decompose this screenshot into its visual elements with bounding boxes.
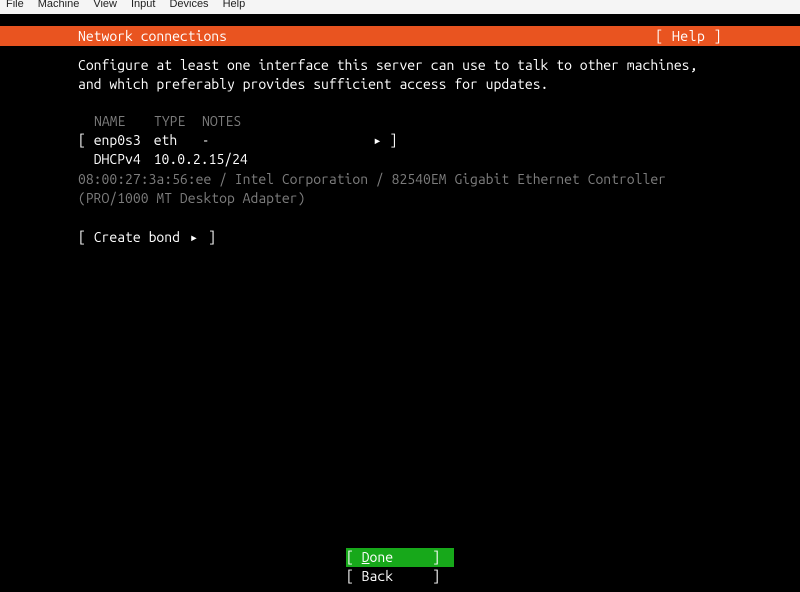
back-button[interactable]: [ Back ] (346, 567, 454, 586)
col-name: NAME (94, 112, 154, 131)
chevron-right-icon: ▸ (190, 229, 198, 245)
iface-type: eth (154, 131, 202, 150)
done-button[interactable]: [ Done ] (346, 548, 454, 567)
dhcp-value: 10.0.2.15/24 (154, 151, 248, 167)
host-menu-view[interactable]: View (93, 0, 117, 12)
column-headers: NAMETYPENOTES (78, 112, 722, 131)
done-accel: D (362, 549, 370, 565)
done-rest: one (370, 549, 394, 565)
bracket-open: [ (346, 549, 362, 565)
chevron-right-icon: ▸ (262, 131, 382, 150)
bracket-close: ] (393, 549, 440, 565)
host-menu-help[interactable]: Help (223, 0, 246, 12)
footer-buttons: [ Done ] [ Back ] (0, 548, 800, 586)
iface-notes: - (202, 131, 262, 150)
bracket-open: [ (346, 568, 362, 584)
instructions-line2: and which preferably provides sufficient… (78, 75, 722, 94)
iface-name: enp0s3 (94, 131, 154, 150)
bracket-open: [ (78, 229, 86, 245)
host-menu-input[interactable]: Input (131, 0, 155, 12)
host-menu-devices[interactable]: Devices (169, 0, 208, 12)
bracket-close: ] (393, 568, 440, 584)
gap (0, 14, 800, 26)
create-bond-label: Create bond (94, 229, 180, 245)
interface-row-enp0s3[interactable]: [ enp0s3eth-▸ ] (78, 131, 722, 150)
col-notes: NOTES (202, 112, 262, 131)
help-button[interactable]: [ Help ] (655, 27, 722, 46)
col-type: TYPE (154, 112, 202, 131)
bracket-close: ] (208, 229, 216, 245)
host-menubar[interactable]: File Machine View Input Devices Help (0, 0, 800, 14)
bracket-close: ] (390, 132, 398, 148)
instructions: Configure at least one interface this se… (78, 56, 722, 94)
interface-dhcp: DHCPv410.0.2.15/24 (78, 150, 722, 169)
create-bond-button[interactable]: [ Create bond ▸ ] (78, 228, 722, 247)
hwinfo-line2: (PRO/1000 MT Desktop Adapter) (78, 189, 722, 208)
content: Configure at least one interface this se… (0, 46, 800, 247)
hwinfo-line1: 08:00:27:3a:56:ee / Intel Corporation / … (78, 170, 722, 189)
back-label: Back (362, 568, 393, 584)
installer-screen: Network connections [ Help ] Configure a… (0, 14, 800, 592)
interface-hwinfo: 08:00:27:3a:56:ee / Intel Corporation / … (78, 170, 722, 208)
host-menu-machine[interactable]: Machine (38, 0, 80, 12)
bracket-open: [ (78, 132, 86, 148)
page-title: Network connections (78, 27, 227, 46)
titlebar: Network connections [ Help ] (0, 26, 800, 46)
dhcp-label: DHCPv4 (94, 150, 154, 169)
interface-list: NAMETYPENOTES [ enp0s3eth-▸ ] DHCPv410.0… (78, 112, 722, 208)
host-menu-file[interactable]: File (6, 0, 24, 12)
instructions-line1: Configure at least one interface this se… (78, 56, 722, 75)
